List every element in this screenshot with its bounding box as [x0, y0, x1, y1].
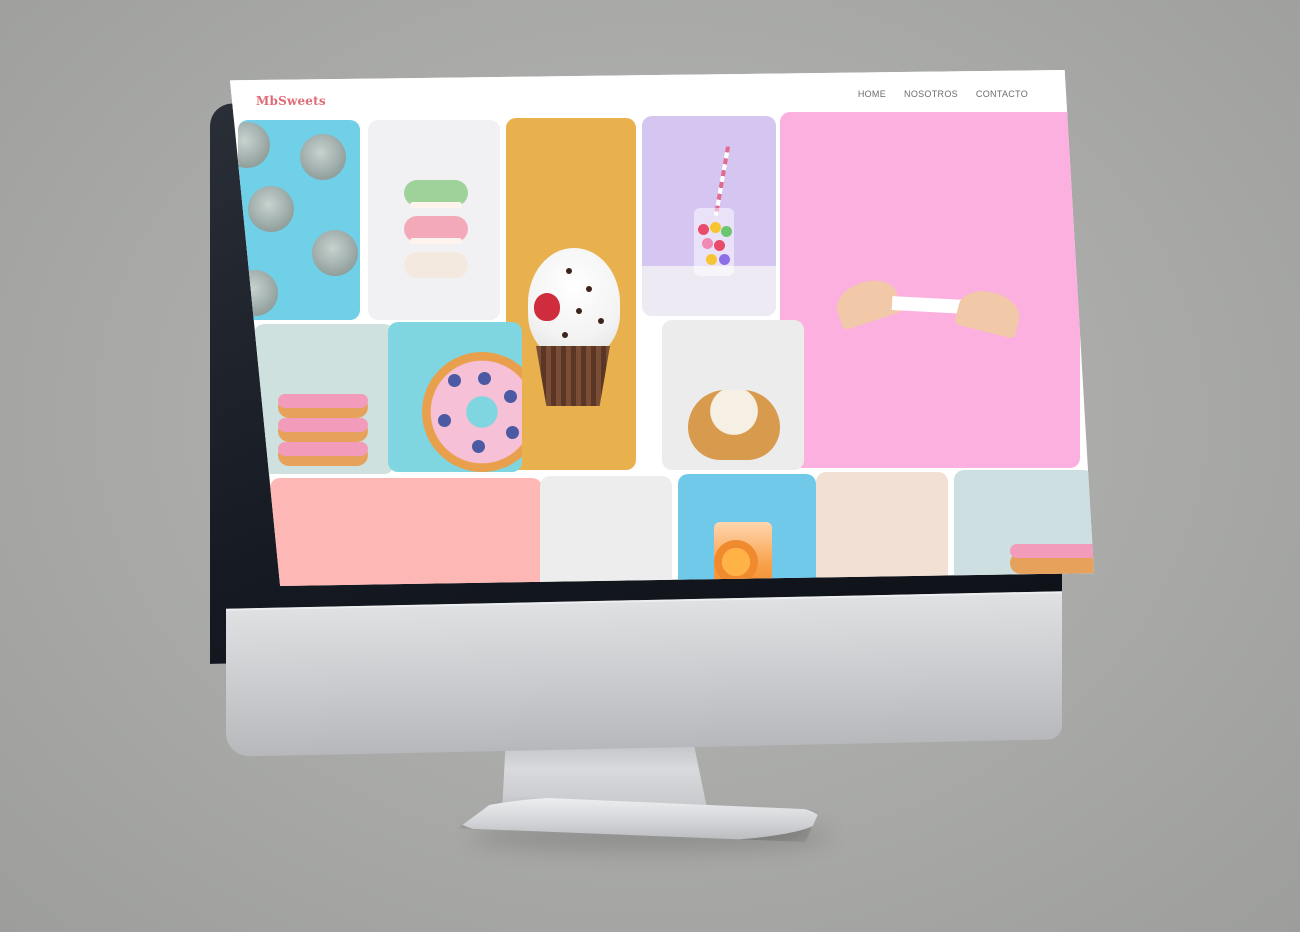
donut-glaze — [278, 418, 368, 432]
straw — [713, 146, 731, 216]
fortune-cookie-half — [954, 285, 1024, 339]
chocolate-chip — [586, 286, 592, 292]
jar — [694, 208, 734, 276]
orange-slice — [714, 540, 758, 584]
cupcake-base — [536, 346, 610, 406]
meringue — [312, 230, 358, 276]
gumball — [714, 240, 725, 251]
gallery-tile-gumballs[interactable] — [642, 116, 776, 316]
blueberry — [472, 440, 485, 453]
gumball — [710, 222, 721, 233]
gallery-tile-cupcake[interactable] — [506, 118, 636, 470]
gallery-tile-blueberry-donut[interactable] — [388, 322, 522, 472]
donut-glaze — [278, 442, 368, 456]
macaron-filling — [410, 238, 462, 244]
nav-contacto[interactable]: CONTACTO — [976, 89, 1028, 99]
meringue — [238, 122, 270, 168]
chocolate-chip — [562, 332, 568, 338]
macaron-filling — [410, 202, 462, 208]
chocolate-chip — [598, 318, 604, 324]
fortune-paper — [891, 296, 967, 314]
blueberry — [504, 390, 517, 403]
nav-nosotros[interactable]: NOSOTROS — [904, 89, 958, 99]
strawberry — [534, 293, 560, 321]
gumball — [698, 224, 709, 235]
gallery-tile-caramel-donut[interactable] — [662, 320, 804, 470]
donut-glaze — [1010, 544, 1094, 558]
gumball — [706, 254, 717, 265]
gallery-tile-grey[interactable] — [540, 476, 672, 586]
gumball — [721, 226, 732, 237]
blueberry — [506, 426, 519, 439]
gallery-tile-donut-stack[interactable] — [254, 324, 394, 474]
macaron-cream — [404, 252, 468, 278]
main-nav: HOME NOSOTROS CONTACTO — [858, 89, 1028, 99]
apple-logo-icon — [664, 650, 704, 696]
gallery-tile-meringues[interactable] — [238, 120, 360, 320]
donut-glaze — [278, 394, 368, 408]
pink-donut — [422, 352, 522, 472]
gallery-tile-beige[interactable] — [816, 472, 948, 586]
blueberry — [478, 372, 491, 385]
gallery-tile-fortune-cookie[interactable] — [780, 112, 1080, 468]
website-screen: MbSweets HOME NOSOTROS CONTACTO — [230, 70, 1094, 586]
nav-home[interactable]: HOME — [858, 89, 886, 99]
meringue — [300, 134, 346, 180]
gallery-tile-orange-drink[interactable] — [678, 474, 816, 586]
caramel-donut — [688, 390, 780, 460]
gallery-tile-pink[interactable] — [270, 478, 542, 586]
monitor-chin — [226, 591, 1062, 757]
meringue — [248, 186, 294, 232]
chocolate-chip — [576, 308, 582, 314]
chocolate-chip — [566, 268, 572, 274]
blueberry — [448, 374, 461, 387]
gallery-tile-macarons[interactable] — [368, 120, 500, 320]
gumball — [702, 238, 713, 249]
gallery-tile-donut-partial[interactable] — [954, 470, 1094, 586]
blueberry — [438, 414, 451, 427]
brand-logo[interactable]: MbSweets — [256, 94, 326, 108]
gumball — [719, 254, 730, 265]
